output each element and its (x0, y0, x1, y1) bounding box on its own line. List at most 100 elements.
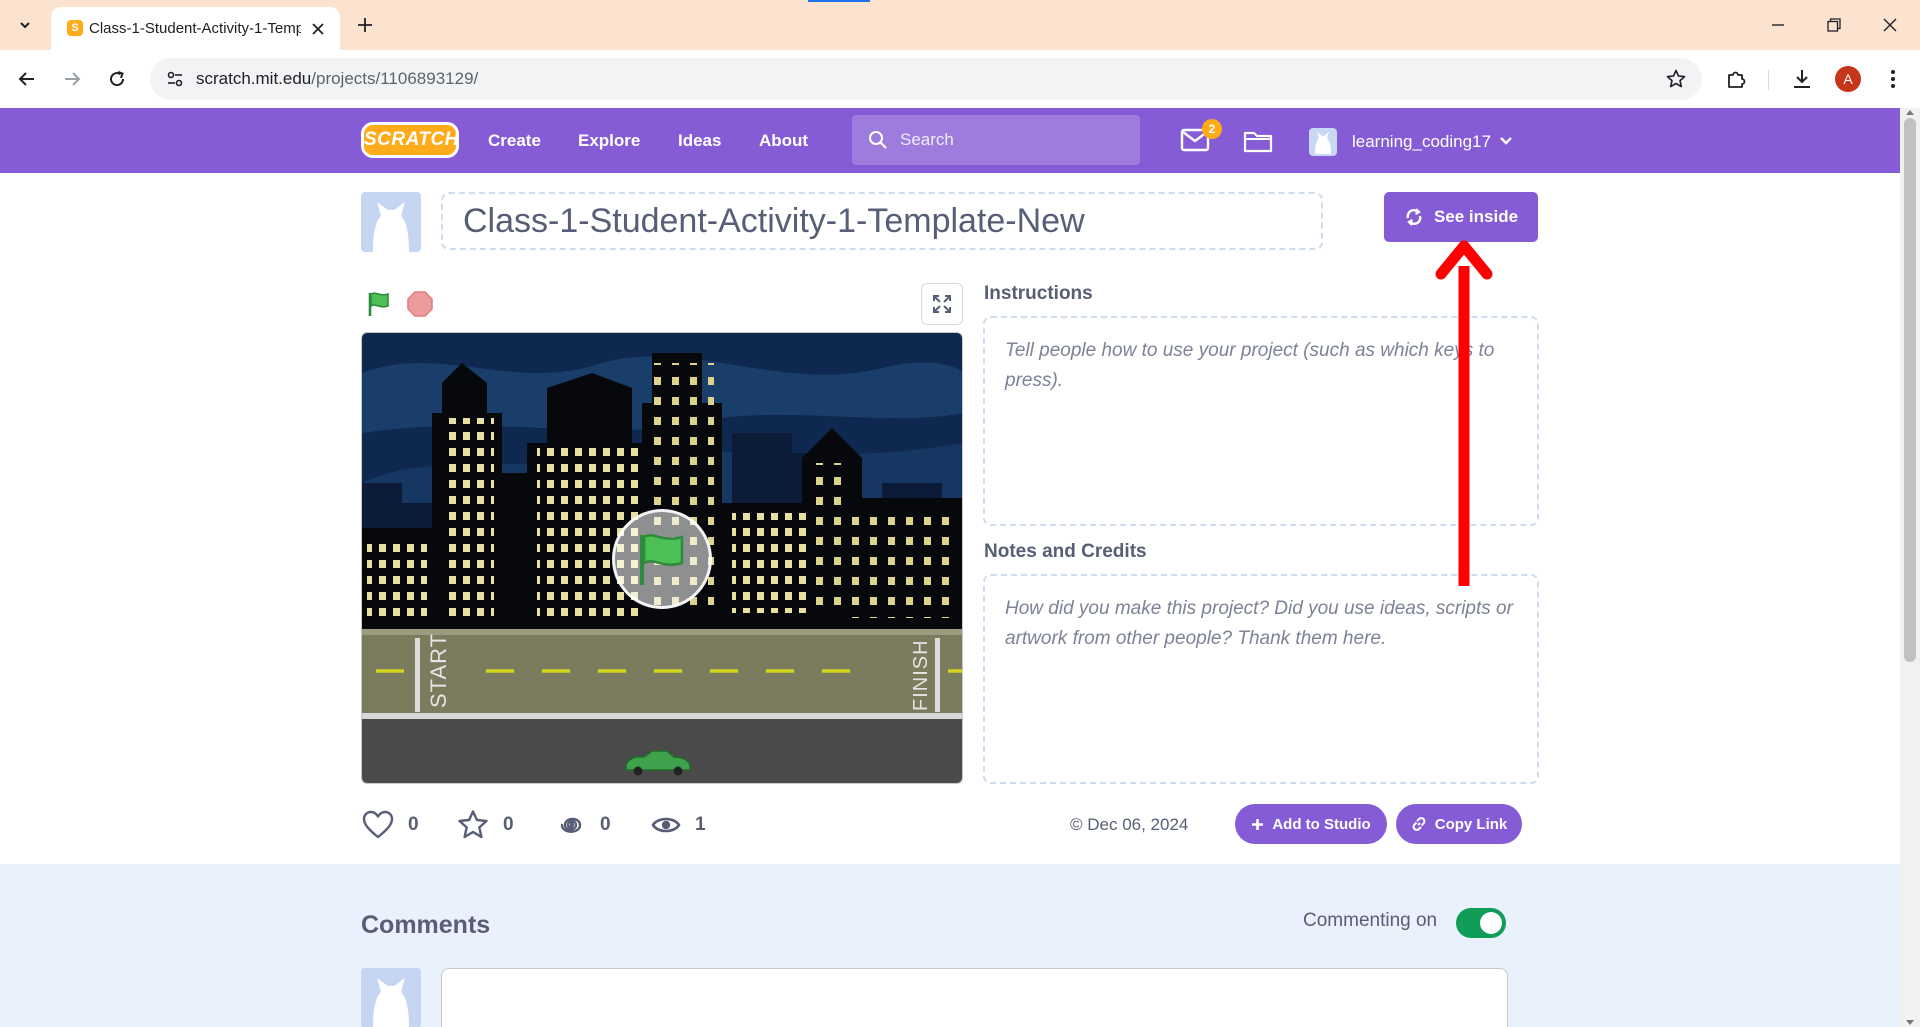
nav-link-explore[interactable]: Explore (578, 108, 640, 173)
tab-drag-indicator (808, 0, 870, 2)
project-title-field[interactable]: Class-1-Student-Activity-1-Template-New (441, 192, 1323, 250)
arrow-right-icon (65, 72, 81, 86)
close-icon (312, 23, 324, 35)
url-host: scratch.mit.edu (196, 69, 312, 88)
add-to-studio-label: Add to Studio (1272, 815, 1371, 833)
heart-icon (362, 810, 394, 839)
start-label: START (426, 633, 451, 708)
browser-menu-button[interactable] (1879, 65, 1907, 93)
chevron-down-icon (20, 22, 30, 29)
search-box[interactable] (852, 115, 1140, 165)
scratch-logo[interactable]: SCRATCH (361, 122, 459, 158)
scroll-down-arrow-icon[interactable] (1906, 1020, 1914, 1025)
new-tab-button[interactable] (351, 11, 379, 39)
fullscreen-button[interactable] (921, 283, 963, 325)
commenting-toggle[interactable] (1456, 908, 1506, 938)
browser-tab-active[interactable]: S Class-1-Student-Activity-1-Temp (51, 7, 340, 50)
share-date: © Dec 06, 2024 (1070, 815, 1189, 834)
instructions-heading: Instructions (984, 283, 1093, 304)
arrow-left-icon (18, 72, 34, 86)
close-icon (1883, 18, 1897, 32)
favorite-count: 0 (503, 814, 514, 835)
back-button[interactable] (12, 64, 42, 94)
downloads-button[interactable] (1788, 65, 1816, 93)
remix-stat: 0 (556, 808, 611, 842)
comments-heading: Comments (361, 911, 491, 939)
my-stuff-folder-icon[interactable] (1243, 128, 1273, 154)
user-avatar[interactable] (1309, 128, 1337, 156)
url-text[interactable]: scratch.mit.edu/projects/1106893129/ (196, 58, 478, 100)
extensions-button[interactable] (1722, 65, 1750, 93)
search-input[interactable] (900, 115, 1130, 165)
username-label[interactable]: learning_coding17 (1352, 108, 1491, 173)
forward-button[interactable] (57, 64, 87, 94)
window-close-button[interactable] (1862, 0, 1918, 50)
puzzle-icon (1728, 71, 1746, 88)
tune-icon (167, 71, 183, 87)
window-restore-button[interactable] (1806, 0, 1862, 50)
site-info-button[interactable] (162, 66, 188, 92)
minimize-icon (1772, 24, 1784, 26)
fullscreen-icon (933, 295, 951, 313)
cat-avatar-icon (373, 202, 409, 252)
love-count: 0 (408, 814, 419, 835)
toolbar-separator (1768, 70, 1769, 90)
commenter-avatar (361, 968, 421, 1027)
restore-icon (1827, 18, 1841, 32)
scratch-navbar: SCRATCH Create Explore Ideas About 2 lea… (0, 108, 1900, 173)
notes-heading: Notes and Credits (984, 541, 1147, 562)
view-count: 1 (695, 814, 706, 835)
cat-avatar-icon (1315, 132, 1331, 154)
stop-sign-icon[interactable] (406, 290, 434, 318)
add-to-studio-button[interactable]: Add to Studio (1235, 804, 1387, 844)
share-date-value: Dec 06, 2024 (1087, 815, 1189, 834)
remix-spiral-icon (560, 817, 582, 833)
nav-link-create[interactable]: Create (488, 108, 541, 173)
scroll-up-arrow-icon[interactable] (1906, 110, 1914, 115)
project-author-avatar[interactable] (361, 192, 421, 252)
eye-icon (651, 817, 681, 833)
url-path: /projects/1106893129/ (311, 69, 479, 88)
love-stat[interactable]: 0 (362, 808, 419, 842)
plus-icon (358, 18, 372, 32)
scratch-favicon-icon: S (67, 20, 83, 36)
tab-title: Class-1-Student-Activity-1-Temp (89, 20, 301, 37)
tab-search-button[interactable] (10, 10, 40, 40)
plus-icon (1252, 818, 1264, 830)
download-icon (1794, 70, 1810, 88)
address-bar[interactable]: scratch.mit.edu/projects/1106893129/ (150, 58, 1702, 100)
copy-link-button[interactable]: Copy Link (1396, 804, 1522, 844)
toggle-knob (1480, 912, 1502, 934)
comment-input[interactable] (441, 968, 1508, 1027)
project-title: Class-1-Student-Activity-1-Template-New (463, 202, 1085, 240)
favorite-stat[interactable]: 0 (457, 808, 514, 842)
browser-tab-bar: S Class-1-Student-Activity-1-Temp (0, 0, 1920, 50)
see-inside-button[interactable]: See inside (1384, 192, 1538, 242)
profile-avatar[interactable]: A (1835, 66, 1861, 92)
copy-link-label: Copy Link (1434, 815, 1508, 833)
reload-icon (110, 71, 125, 87)
tab-close-button[interactable] (308, 19, 328, 39)
view-stat: 1 (651, 808, 706, 842)
see-inside-label: See inside (1433, 207, 1519, 226)
window-minimize-button[interactable] (1750, 0, 1806, 50)
more-vertical-icon (1891, 70, 1895, 88)
bookmark-star-button[interactable] (1664, 67, 1688, 91)
reload-button[interactable] (102, 64, 132, 94)
cat-avatar-icon (373, 978, 409, 1027)
star-icon (458, 810, 488, 839)
browser-toolbar: scratch.mit.edu/projects/1106893129/ (0, 50, 1920, 108)
page-scrollbar[interactable] (1900, 108, 1920, 1027)
finish-label: FINISH (910, 639, 932, 711)
notes-field[interactable]: How did you make this project? Did you u… (983, 574, 1539, 784)
nav-link-about[interactable]: About (759, 108, 808, 173)
annotation-arrow-icon (1435, 240, 1493, 586)
green-flag-icon[interactable] (365, 290, 393, 318)
play-green-flag-overlay[interactable] (612, 509, 712, 609)
green-flag-icon (640, 534, 684, 585)
search-icon (869, 131, 887, 149)
nav-link-ideas[interactable]: Ideas (678, 108, 721, 173)
commenting-toggle-label: Commenting on (1303, 910, 1438, 931)
scrollbar-thumb[interactable] (1904, 118, 1916, 662)
chevron-down-icon[interactable] (1498, 134, 1514, 148)
